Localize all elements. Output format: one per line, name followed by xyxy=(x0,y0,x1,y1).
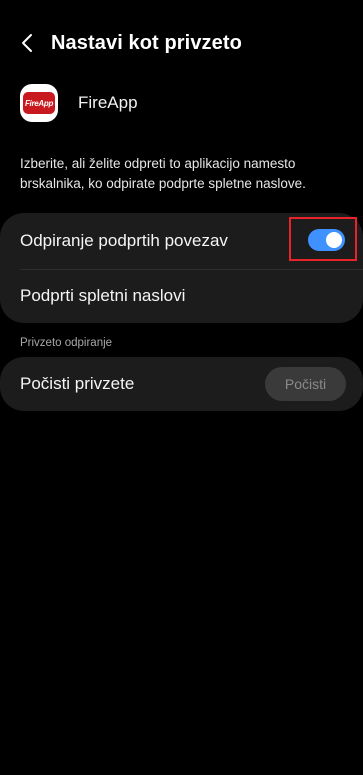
page-title: Nastavi kot privzeto xyxy=(51,31,242,54)
fireapp-logo-text: FireApp xyxy=(24,98,54,108)
chevron-left-icon xyxy=(22,34,32,52)
app-info-row: FireApp FireApp xyxy=(20,84,138,122)
open-supported-links-label: Odpiranje podprtih povezav xyxy=(20,231,228,250)
supported-addresses-label: Podprti spletni naslovi xyxy=(20,286,186,305)
clear-defaults-label: Počisti privzete xyxy=(20,374,135,393)
clear-defaults-row: Počisti privzete Počisti xyxy=(0,357,363,411)
section-label-default-opening: Privzeto odpiranje xyxy=(20,337,113,349)
back-button[interactable] xyxy=(8,23,48,63)
fireapp-icon: FireApp xyxy=(20,84,58,122)
fireapp-logo: FireApp xyxy=(23,92,55,114)
clear-defaults-card: Počisti privzete Počisti xyxy=(0,357,363,411)
description-text: Izberite, ali želite odpreti to aplikaci… xyxy=(20,156,306,191)
clear-button[interactable]: Počisti xyxy=(265,367,346,401)
toggle-highlight-box xyxy=(289,217,357,261)
top-app-bar: Nastavi kot privzeto xyxy=(0,22,363,64)
supported-addresses-row[interactable]: Podprti spletni naslovi xyxy=(0,269,363,323)
app-name: FireApp xyxy=(78,93,138,112)
